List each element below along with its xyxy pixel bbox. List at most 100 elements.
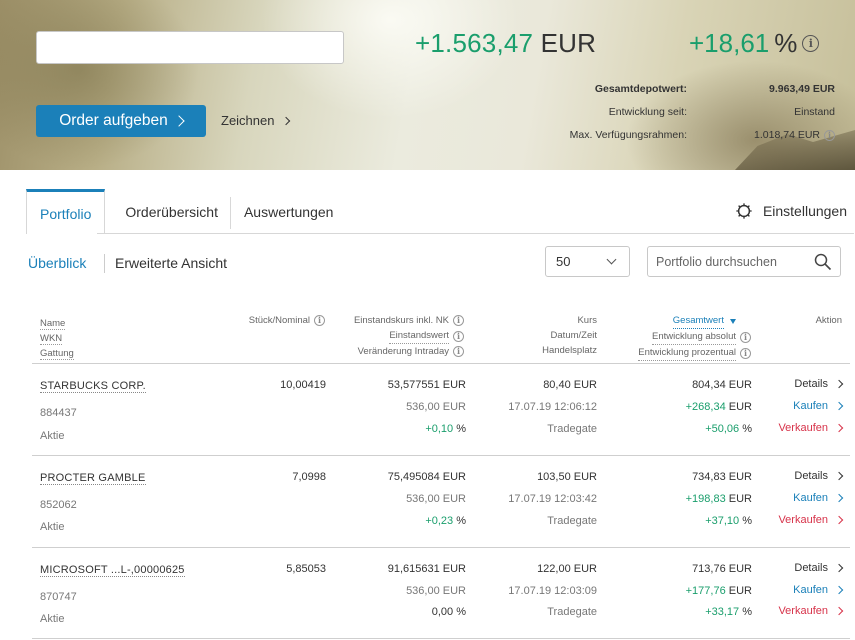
total-portfolio-value: 9.963,49 EUR	[769, 83, 835, 95]
position-dev-absolute: +268,34 EUR	[685, 401, 752, 413]
position-wkn: 852062	[40, 499, 77, 511]
main-tabs: Portfolio Orderübersicht Auswertungen	[26, 189, 346, 234]
position-price: 103,50 EUR	[537, 471, 597, 483]
column-header-action: Aktion	[815, 315, 842, 326]
info-icon[interactable]: i	[314, 315, 325, 326]
chevron-right-icon	[282, 116, 291, 125]
tab-divider	[97, 233, 854, 234]
tab-evaluations[interactable]: Auswertungen	[231, 189, 347, 234]
position-cost-value: 536,00 EUR	[406, 585, 466, 597]
position-dev-absolute: +198,83 EUR	[685, 493, 752, 505]
position-datetime: 17.07.19 12:03:09	[508, 585, 597, 597]
chevron-right-icon	[834, 606, 844, 616]
position-dev-percent: +50,06 %	[705, 423, 752, 435]
chevron-right-icon	[834, 423, 844, 433]
row-divider	[32, 455, 850, 456]
position-name[interactable]: PROCTER GAMBLE	[40, 472, 146, 485]
view-overview-link[interactable]: Überblick	[28, 255, 86, 271]
chevron-right-icon	[834, 585, 844, 595]
portfolio-summary-values: 9.963,49 EUR Einstand 1.018,74 EUR i	[754, 78, 835, 147]
position-venue: Tradegate	[547, 423, 597, 435]
view-separator	[104, 254, 105, 273]
position-dev-absolute: +177,76 EUR	[685, 585, 752, 597]
portfolio-search	[647, 246, 841, 277]
quick-search-input[interactable]	[36, 31, 344, 64]
position-price: 122,00 EUR	[537, 563, 597, 575]
sell-link[interactable]: Verkaufen	[778, 514, 844, 526]
position-total-value: 713,76 EUR	[692, 563, 752, 575]
settings-label: Einstellungen	[762, 203, 847, 219]
order-button[interactable]: Order aufgeben	[36, 105, 206, 137]
view-extended-link[interactable]: Erweiterte Ansicht	[115, 255, 227, 271]
info-icon[interactable]: i	[824, 130, 835, 141]
position-cost-value: 536,00 EUR	[406, 493, 466, 505]
position-cost-price: 75,495084 EUR	[387, 471, 466, 483]
position-quantity: 5,85053	[286, 563, 326, 575]
position-type: Aktie	[40, 521, 65, 533]
chevron-down-icon	[606, 254, 617, 265]
position-venue: Tradegate	[547, 606, 597, 618]
development-since-value: Einstand	[794, 106, 835, 118]
position-name[interactable]: MICROSOFT ...L-,00000625	[40, 564, 185, 577]
column-header-price[interactable]: Kurs Datum/Zeit Handelsplatz	[542, 313, 597, 358]
tab-portfolio[interactable]: Portfolio	[26, 189, 106, 234]
info-icon[interactable]: i	[802, 35, 820, 52]
position-price: 80,40 EUR	[543, 379, 597, 391]
row-divider	[32, 638, 850, 639]
position-wkn: 884437	[40, 407, 77, 419]
position-dev-percent: +37,10 %	[705, 515, 752, 527]
chevron-right-icon	[834, 379, 844, 389]
portfolio-summary-labels: Gesamtdepotwert: Entwicklung seit: Max. …	[569, 83, 687, 141]
position-type: Aktie	[40, 613, 65, 625]
sell-link[interactable]: Verkaufen	[778, 605, 844, 617]
order-button-label: Order aufgeben	[59, 112, 168, 129]
gear-icon	[736, 203, 752, 219]
position-quantity: 7,0998	[292, 471, 326, 483]
search-icon[interactable]	[814, 253, 832, 271]
buy-link[interactable]: Kaufen	[793, 492, 844, 504]
sort-desc-icon	[730, 318, 736, 324]
position-datetime: 17.07.19 12:06:12	[508, 401, 597, 413]
info-icon[interactable]: i	[740, 331, 751, 343]
buy-link[interactable]: Kaufen	[793, 400, 844, 412]
position-datetime: 17.07.19 12:03:42	[508, 493, 597, 505]
total-change-absolute: +1.563,47 EUR	[415, 28, 597, 58]
position-intraday-change: +0,23 %	[425, 515, 466, 527]
position-name[interactable]: STARBUCKS CORP.	[40, 380, 146, 393]
position-total-value: 804,34 EUR	[692, 379, 752, 391]
position-cost-value: 536,00 EUR	[406, 401, 466, 413]
tab-order-overview[interactable]: Orderübersicht	[105, 189, 231, 234]
buy-link[interactable]: Kaufen	[793, 584, 844, 596]
info-icon[interactable]: i	[453, 315, 464, 326]
portfolio-search-input[interactable]	[656, 254, 806, 269]
position-cost-price: 91,615631 EUR	[387, 563, 466, 575]
column-header-total[interactable]: Gesamtwert Entwicklung absolut i Entwickl…	[638, 313, 751, 361]
info-icon[interactable]: i	[453, 330, 464, 342]
hero-header	[0, 0, 855, 170]
column-header-cost[interactable]: Einstandskurs inkl. NK i Einstandswert i V…	[354, 313, 464, 359]
page-size-value: 50	[556, 254, 571, 269]
info-icon[interactable]: i	[453, 346, 464, 357]
position-type: Aktie	[40, 430, 65, 442]
sign-link-label: Zeichnen	[221, 113, 275, 128]
chevron-right-icon	[834, 471, 844, 481]
max-available-value: 1.018,74 EUR	[754, 129, 820, 141]
column-header-name[interactable]: Name WKN Gattung	[40, 316, 74, 361]
info-icon[interactable]: i	[740, 347, 751, 359]
sign-link[interactable]: Zeichnen	[221, 113, 291, 128]
settings-button[interactable]: Einstellungen	[735, 202, 847, 220]
position-total-value: 734,83 EUR	[692, 471, 752, 483]
background-landscape	[0, 0, 200, 170]
details-link[interactable]: Details	[794, 378, 844, 390]
position-intraday-change: +0,10 %	[425, 423, 466, 435]
details-link[interactable]: Details	[794, 562, 844, 574]
row-divider	[32, 547, 850, 548]
sell-link[interactable]: Verkaufen	[778, 422, 844, 434]
column-header-quantity[interactable]: Stück/Nominal i	[249, 313, 325, 328]
details-link[interactable]: Details	[794, 470, 844, 482]
chevron-right-icon	[834, 515, 844, 525]
chevron-right-icon	[173, 115, 185, 127]
position-quantity: 10,00419	[280, 379, 326, 391]
page-size-select[interactable]: 50	[545, 246, 630, 277]
chevron-right-icon	[834, 493, 844, 503]
